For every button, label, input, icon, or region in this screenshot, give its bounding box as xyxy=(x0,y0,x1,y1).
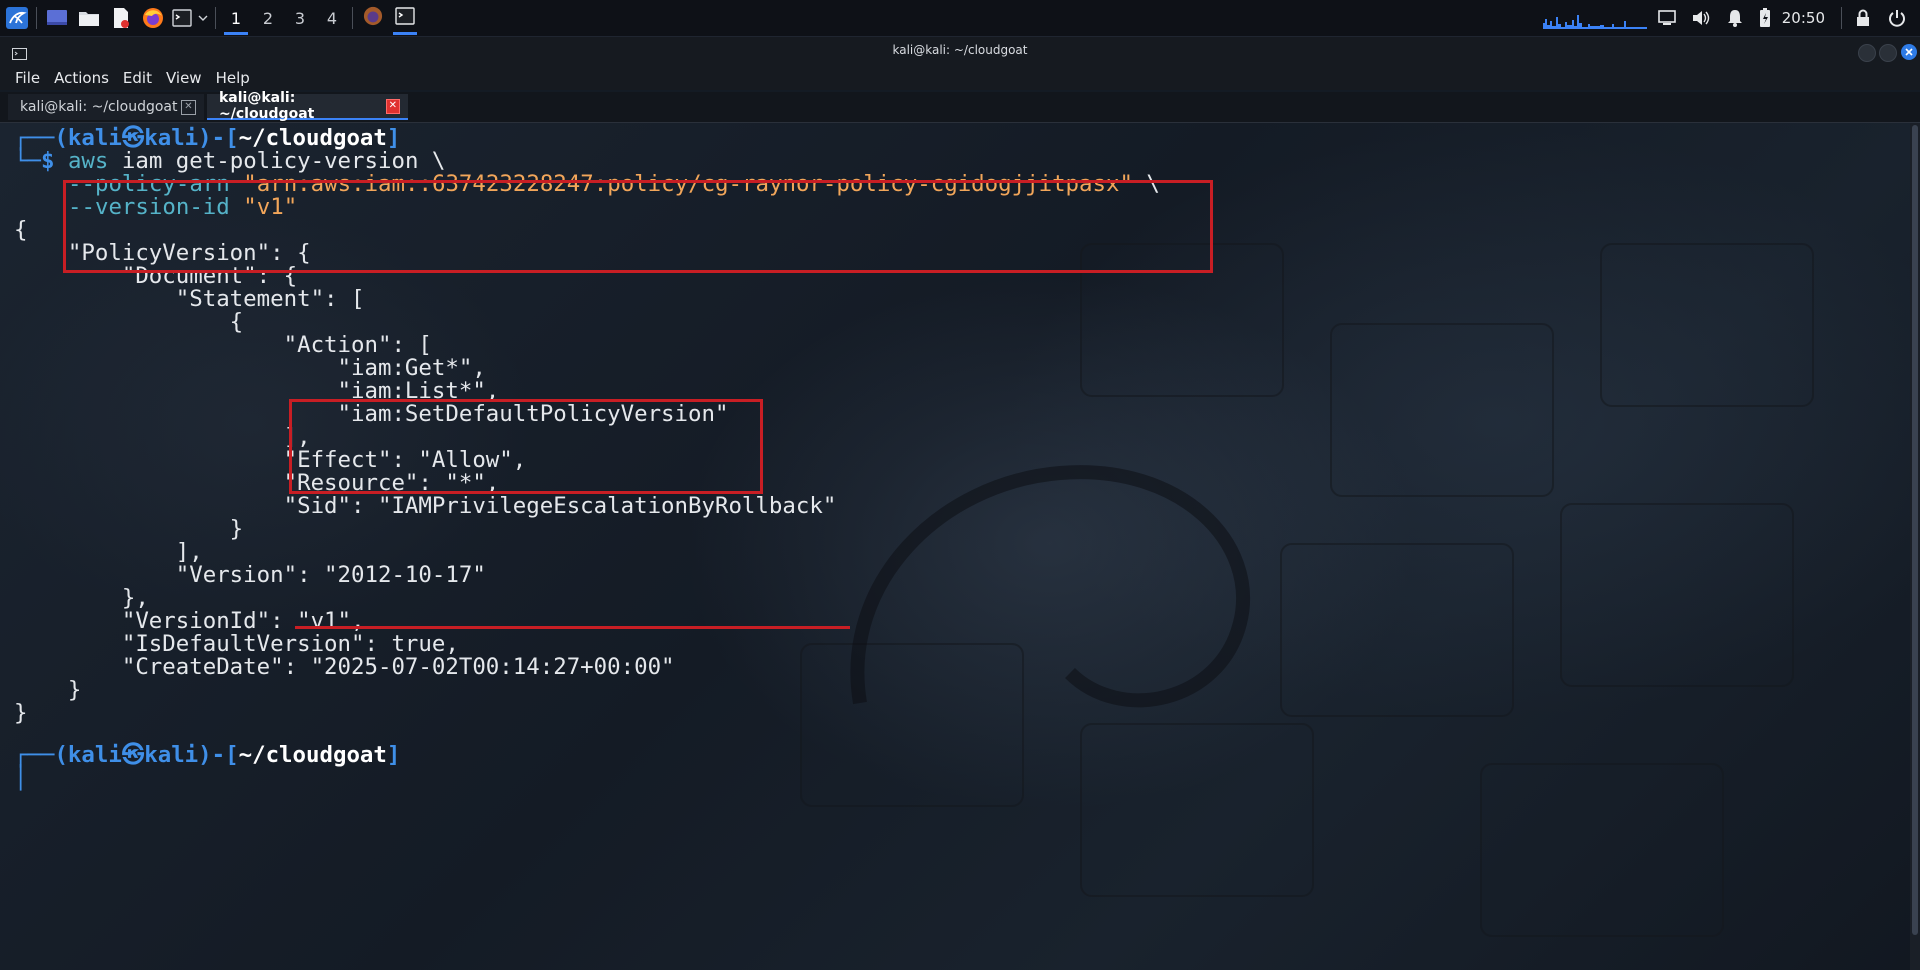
output-line: } xyxy=(14,700,28,726)
file-manager-icon[interactable] xyxy=(73,0,105,36)
tab-2[interactable]: kali@kali: ~/cloudgoat ✕ xyxy=(207,90,408,122)
wallpaper-shape xyxy=(1480,763,1724,937)
workspace-4[interactable]: 4 xyxy=(316,0,348,36)
close-icon xyxy=(1905,48,1913,56)
panel-separator xyxy=(352,7,353,29)
panel-separator xyxy=(1841,7,1842,29)
wallpaper-dragon-curve xyxy=(850,465,1251,708)
panel-separator xyxy=(36,7,37,29)
taskbar-firefox[interactable] xyxy=(357,0,389,36)
display-icon[interactable] xyxy=(1650,10,1684,26)
kali-dragon-icon[interactable] xyxy=(2,0,32,36)
tab-close-icon[interactable]: ✕ xyxy=(385,98,400,114)
clock[interactable]: 20:50 xyxy=(1778,9,1837,27)
scrollbar-thumb[interactable] xyxy=(1912,125,1918,935)
tab-bar: kali@kali: ~/cloudgoat ✕ kali@kali: ~/cl… xyxy=(0,90,1920,123)
highlight-box-action xyxy=(289,399,763,494)
panel-separator xyxy=(215,7,216,29)
system-tray: 20:50 xyxy=(1540,0,1920,36)
maximize-button[interactable] xyxy=(1879,44,1897,62)
window-title: kali@kali: ~/cloudgoat xyxy=(892,43,1028,57)
wallpaper-shape xyxy=(1080,723,1314,897)
prompt-line-bottom: │ xyxy=(14,765,28,791)
window-titlebar[interactable]: kali@kali: ~/cloudgoat xyxy=(0,37,1920,65)
terminal-view[interactable]: ┌──(kali㉿kali)-[~/cloudgoat] └─$ aws iam… xyxy=(0,123,1910,970)
menu-actions[interactable]: Actions xyxy=(47,69,116,87)
workspace-2[interactable]: 2 xyxy=(252,0,284,36)
battery-charging-icon[interactable] xyxy=(1752,8,1778,28)
menu-edit[interactable]: Edit xyxy=(116,69,159,87)
power-icon[interactable] xyxy=(1880,9,1914,27)
highlight-box-command xyxy=(63,180,1213,273)
wallpaper-shape xyxy=(1330,323,1554,497)
text-editor-icon[interactable] xyxy=(105,0,137,36)
show-desktop-icon[interactable] xyxy=(41,0,73,36)
volume-icon[interactable] xyxy=(1684,10,1718,26)
terminal-icon[interactable] xyxy=(169,0,195,36)
bell-icon[interactable] xyxy=(1718,9,1752,27)
terminal-icon xyxy=(395,6,415,30)
highlight-underline-sid xyxy=(295,626,850,629)
tab-label: kali@kali: ~/cloudgoat xyxy=(219,90,315,122)
tab-label: kali@kali: ~/cloudgoat xyxy=(20,99,178,115)
top-panel: 1 2 3 4 20:50 xyxy=(0,0,1920,37)
terminal-scrollbar[interactable] xyxy=(1910,123,1920,970)
close-button[interactable] xyxy=(1901,44,1917,60)
menu-file[interactable]: File xyxy=(8,69,47,87)
lock-icon[interactable] xyxy=(1846,9,1880,27)
menu-help[interactable]: Help xyxy=(209,69,257,87)
workspace-1[interactable]: 1 xyxy=(220,0,252,36)
prompt-line: ┌──(kali㉿kali)-[~/cloudgoat] xyxy=(14,742,401,768)
cpu-graph xyxy=(1540,7,1650,29)
chevron-down-icon[interactable] xyxy=(195,0,211,36)
firefox-icon xyxy=(363,6,383,30)
firefox-icon[interactable] xyxy=(137,0,169,36)
tab-close-icon[interactable]: ✕ xyxy=(181,99,196,115)
output-line: "CreateDate": "2025-07-02T00:14:27+00:00… xyxy=(14,654,675,680)
workspace-3[interactable]: 3 xyxy=(284,0,316,36)
tab-1[interactable]: kali@kali: ~/cloudgoat ✕ xyxy=(8,94,204,120)
menu-bar: File Actions Edit View Help xyxy=(0,65,1920,90)
wallpaper-shape xyxy=(1560,503,1794,687)
wallpaper-shape xyxy=(1600,243,1814,407)
taskbar-terminal[interactable] xyxy=(389,0,421,36)
minimize-button[interactable] xyxy=(1858,44,1876,62)
menu-view[interactable]: View xyxy=(159,69,209,87)
